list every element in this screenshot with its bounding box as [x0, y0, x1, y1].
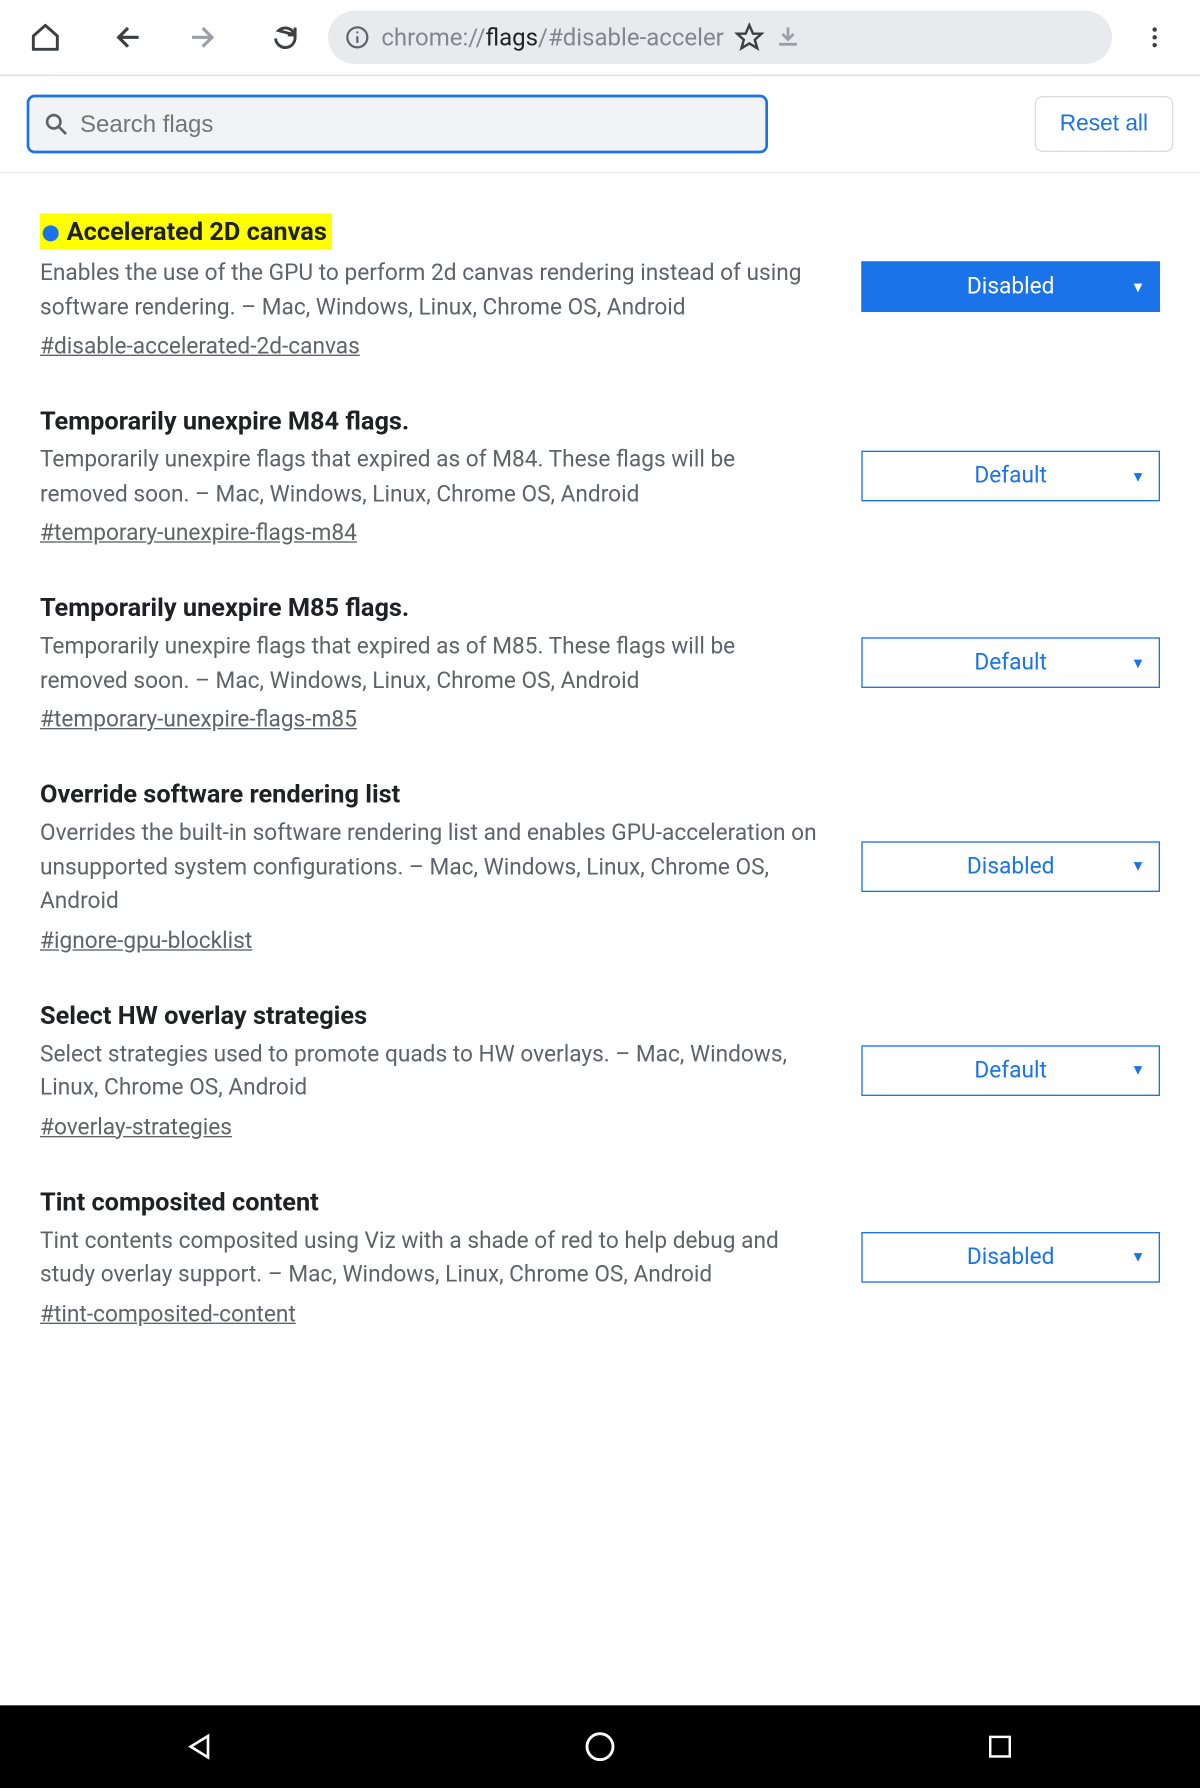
home-icon[interactable]	[19, 11, 72, 64]
flag-row: Temporarily unexpire M84 flags. Temporari…	[40, 376, 1160, 563]
flag-row: Accelerated 2D canvas Enables the use of …	[40, 184, 1160, 376]
menu-icon[interactable]	[1128, 11, 1181, 64]
reset-all-button[interactable]: Reset all	[1034, 96, 1173, 152]
browser-toolbar: chrome://flags/#disable-acceler	[0, 0, 1200, 75]
flag-select-value: Default	[974, 649, 1047, 676]
chevron-down-icon: ▼	[1131, 467, 1146, 484]
url-bar[interactable]: chrome://flags/#disable-acceler	[328, 11, 1112, 64]
chevron-down-icon: ▼	[1131, 1248, 1146, 1265]
flag-hash-link[interactable]: #overlay-strategies	[40, 1114, 821, 1141]
chevron-down-icon: ▼	[1131, 654, 1146, 671]
flag-select-wrap: Disabled ▼	[861, 261, 1160, 312]
flag-select-value: Disabled	[967, 1243, 1054, 1270]
flag-select-wrap: Default ▼	[861, 451, 1160, 502]
download-icon[interactable]	[774, 24, 801, 51]
flag-row: Tint composited content Tint contents com…	[40, 1157, 1160, 1344]
reload-icon[interactable]	[259, 11, 312, 64]
android-navbar	[0, 1705, 1200, 1788]
flag-description: Temporarily unexpire flags that expired …	[40, 444, 821, 512]
flag-title: Override software rendering list	[40, 779, 400, 810]
flag-row: Select HW overlay strategies Select strat…	[40, 970, 1160, 1157]
flag-row: Override software rendering list Override…	[40, 749, 1160, 970]
flag-select-value: Default	[974, 463, 1047, 490]
flag-text: Temporarily unexpire M84 flags. Temporari…	[40, 405, 821, 546]
flag-description: Select strategies used to promote quads …	[40, 1038, 821, 1106]
flag-select[interactable]: Default ▼	[861, 637, 1160, 688]
back-icon[interactable]	[99, 11, 152, 64]
search-row: Reset all	[0, 76, 1200, 172]
forward-icon	[179, 11, 232, 64]
flag-title: Temporarily unexpire M85 flags.	[40, 592, 409, 623]
flag-select[interactable]: Disabled ▼	[861, 1231, 1160, 1282]
star-icon[interactable]	[734, 23, 763, 52]
flag-hash-link[interactable]: #temporary-unexpire-flags-m84	[40, 520, 821, 547]
chevron-down-icon: ▼	[1131, 1061, 1146, 1078]
flag-select[interactable]: Default ▼	[861, 1045, 1160, 1096]
flag-text: Select HW overlay strategies Select strat…	[40, 999, 821, 1140]
flag-select-wrap: Disabled ▼	[861, 841, 1160, 892]
flag-text: Override software rendering list Override…	[40, 779, 821, 954]
nav-back-icon[interactable]	[147, 1720, 254, 1773]
flag-select-wrap: Default ▼	[861, 1045, 1160, 1096]
info-icon[interactable]	[344, 24, 371, 51]
flag-description: Enables the use of the GPU to perform 2d…	[40, 257, 821, 325]
chevron-down-icon: ▼	[1131, 278, 1146, 295]
flag-description: Temporarily unexpire flags that expired …	[40, 631, 821, 699]
flag-select-wrap: Default ▼	[861, 637, 1160, 688]
search-icon	[43, 111, 70, 138]
url-text: chrome://flags/#disable-acceler	[381, 23, 723, 51]
flag-hash-link[interactable]: #ignore-gpu-blocklist	[40, 927, 821, 954]
flag-hash-link[interactable]: #tint-composited-content	[40, 1301, 821, 1328]
flag-title: Select HW overlay strategies	[40, 999, 367, 1030]
flags-list: Accelerated 2D canvas Enables the use of …	[0, 173, 1200, 1383]
flag-title: Tint composited content	[40, 1186, 319, 1217]
chevron-down-icon: ▼	[1131, 858, 1146, 875]
flag-select-value: Disabled	[967, 273, 1054, 300]
nav-recents-icon[interactable]	[947, 1720, 1054, 1773]
flag-hash-link[interactable]: #temporary-unexpire-flags-m85	[40, 707, 821, 734]
flag-title: Temporarily unexpire M84 flags.	[40, 405, 409, 436]
flag-text: Temporarily unexpire M85 flags. Temporari…	[40, 592, 821, 733]
flag-select[interactable]: Default ▼	[861, 451, 1160, 502]
flag-select-value: Default	[974, 1057, 1047, 1084]
flag-select[interactable]: Disabled ▼	[861, 261, 1160, 312]
flag-description: Tint contents composited using Viz with …	[40, 1225, 821, 1293]
flag-title: Accelerated 2D canvas	[40, 213, 332, 249]
flag-row: Temporarily unexpire M85 flags. Temporari…	[40, 563, 1160, 750]
flag-text: Tint composited content Tint contents com…	[40, 1186, 821, 1327]
modified-dot-icon	[43, 225, 59, 241]
search-input[interactable]	[80, 110, 752, 138]
flag-select[interactable]: Disabled ▼	[861, 841, 1160, 892]
flag-text: Accelerated 2D canvas Enables the use of …	[40, 213, 821, 360]
flag-select-wrap: Disabled ▼	[861, 1231, 1160, 1282]
search-box[interactable]	[27, 95, 768, 154]
nav-home-icon[interactable]	[547, 1720, 654, 1773]
flag-select-value: Disabled	[967, 853, 1054, 880]
flag-hash-link[interactable]: #disable-accelerated-2d-canvas	[40, 333, 821, 360]
flag-description: Overrides the built-in software renderin…	[40, 817, 821, 919]
